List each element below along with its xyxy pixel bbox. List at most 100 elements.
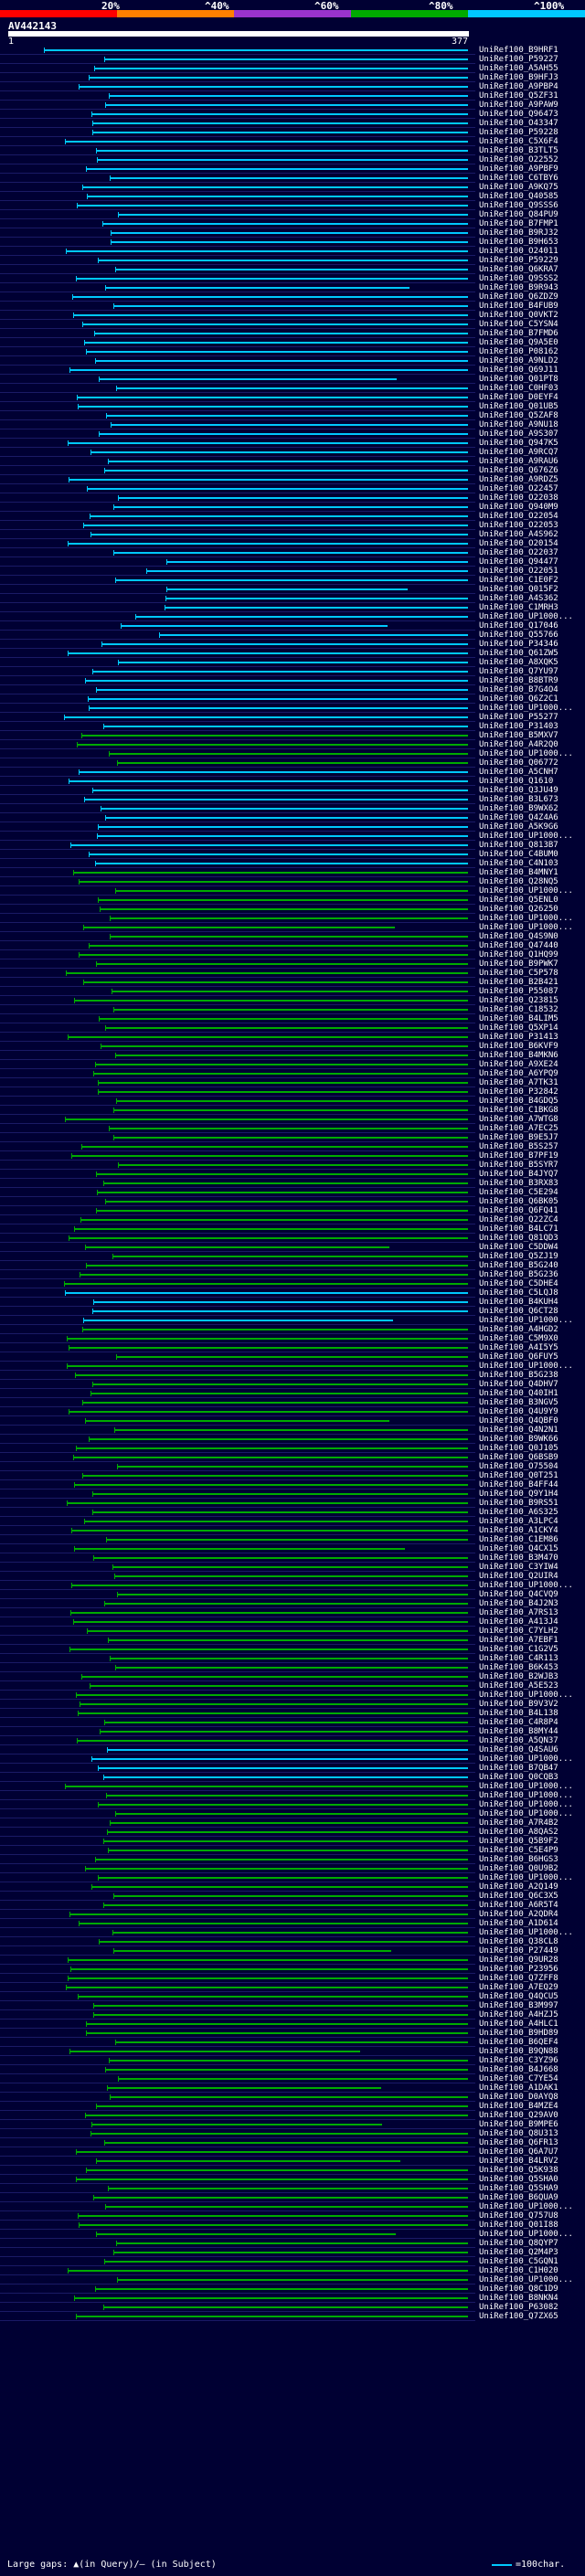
hit-bar[interactable] [82, 1402, 468, 1404]
hit-label[interactable]: UniRef100_Q40IH1 [479, 1389, 558, 1398]
hit-bar[interactable] [118, 662, 468, 663]
hit-label[interactable]: UniRef100_Q5SHA0 [479, 2175, 558, 2184]
hit-label[interactable]: UniRef100_Q2UIR4 [479, 1572, 558, 1581]
hit-label[interactable]: UniRef100_B6HGS3 [479, 1855, 558, 1864]
hit-bar[interactable] [81, 1146, 468, 1148]
hit-bar[interactable] [70, 1968, 468, 1970]
hit-bar[interactable] [166, 588, 408, 590]
hit-label[interactable]: UniRef100_Q01I88 [479, 2221, 558, 2230]
hit-bar[interactable] [81, 735, 468, 737]
hit-bar[interactable] [104, 1603, 468, 1605]
hit-bar[interactable] [111, 424, 468, 426]
hit-label[interactable]: UniRef100_C5GQN1 [479, 2257, 558, 2266]
hit-label[interactable]: UniRef100_B9QN88 [479, 2047, 558, 2056]
hit-bar[interactable] [76, 2316, 468, 2317]
hit-bar[interactable] [69, 369, 468, 371]
hit-bar[interactable] [85, 2115, 468, 2116]
hit-label[interactable]: UniRef100_Q6FR13 [479, 2138, 558, 2147]
hit-bar[interactable] [105, 817, 468, 819]
hit-bar[interactable] [86, 2169, 468, 2171]
hit-bar[interactable] [104, 470, 468, 472]
hit-label[interactable]: UniRef100_O22051 [479, 567, 558, 576]
hit-bar[interactable] [108, 2188, 468, 2189]
hit-bar[interactable] [135, 616, 468, 618]
hit-label[interactable]: UniRef100_C5LQJ8 [479, 1288, 558, 1298]
hit-label[interactable]: UniRef100_B8MY44 [479, 1727, 558, 1736]
hit-label[interactable]: UniRef100_UP1000... [479, 1809, 573, 1818]
hit-bar[interactable] [103, 1776, 468, 1778]
hit-bar[interactable] [74, 1000, 468, 1002]
hit-label[interactable]: UniRef100_Q1610 [479, 777, 553, 786]
hit-label[interactable]: UniRef100_UP1000... [479, 749, 573, 758]
hit-label[interactable]: UniRef100_B7G4O4 [479, 685, 558, 694]
hit-label[interactable]: UniRef100_P31413 [479, 1033, 558, 1042]
hit-bar[interactable] [91, 1758, 468, 1760]
hit-label[interactable]: UniRef100_Q5K938 [479, 2166, 558, 2175]
hit-label[interactable]: UniRef100_B4FF44 [479, 1480, 558, 1489]
hit-label[interactable]: UniRef100_C4BUM0 [479, 850, 558, 859]
hit-bar[interactable] [76, 1694, 468, 1696]
hit-label[interactable]: UniRef100_B8NKN4 [479, 2294, 558, 2303]
hit-label[interactable]: UniRef100_Q2M4P3 [479, 2248, 558, 2257]
hit-bar[interactable] [70, 844, 468, 846]
hit-label[interactable]: UniRef100_B4JYQ7 [479, 1170, 558, 1179]
hit-bar[interactable] [103, 1840, 468, 1842]
hit-label[interactable]: UniRef100_O75504 [479, 1462, 558, 1471]
hit-label[interactable]: UniRef100_B9HFJ3 [479, 73, 558, 82]
hit-label[interactable]: UniRef100_B3M470 [479, 1553, 558, 1563]
hit-bar[interactable] [121, 625, 388, 627]
hit-label[interactable]: UniRef100_B4FUB9 [479, 302, 558, 311]
hit-label[interactable]: UniRef100_Q5ZF31 [479, 91, 558, 101]
hit-label[interactable]: UniRef100_B7FMD6 [479, 329, 558, 338]
hit-label[interactable]: UniRef100_A7EC25 [479, 1124, 558, 1133]
hit-bar[interactable] [118, 2078, 468, 2080]
hit-bar[interactable] [113, 1109, 468, 1111]
hit-bar[interactable] [105, 1201, 468, 1203]
hit-bar[interactable] [69, 780, 468, 782]
hit-label[interactable]: UniRef100_Q01PT8 [479, 375, 558, 384]
hit-label[interactable]: UniRef100_A4S362 [479, 594, 558, 603]
hit-label[interactable]: UniRef100_Q22ZC4 [479, 1215, 558, 1224]
hit-bar[interactable] [114, 1575, 468, 1577]
hit-bar[interactable] [85, 680, 468, 682]
hit-label[interactable]: UniRef100_A2Q149 [479, 1882, 558, 1892]
hit-bar[interactable] [95, 863, 468, 864]
hit-label[interactable]: UniRef100_D0EYF4 [479, 393, 558, 402]
hit-bar[interactable] [98, 826, 468, 828]
hit-label[interactable]: UniRef100_Q40585 [479, 192, 558, 201]
hit-bar[interactable] [115, 2041, 468, 2043]
hit-bar[interactable] [103, 1182, 468, 1184]
hit-label[interactable]: UniRef100_Q7YU97 [479, 667, 558, 676]
hit-bar[interactable] [96, 1210, 468, 1212]
hit-bar[interactable] [165, 598, 468, 599]
hit-label[interactable]: UniRef100_Q5SHA9 [479, 2184, 558, 2193]
hit-bar[interactable] [94, 333, 468, 334]
hit-bar[interactable] [79, 86, 468, 88]
hit-label[interactable]: UniRef100_B3NGV5 [479, 1398, 558, 1407]
hit-bar[interactable] [107, 1831, 468, 1833]
hit-bar[interactable] [95, 1859, 468, 1860]
hit-label[interactable]: UniRef100_A4HLC1 [479, 2019, 558, 2029]
hit-label[interactable]: UniRef100_UP1000... [479, 1754, 573, 1764]
hit-bar[interactable] [113, 506, 468, 508]
hit-label[interactable]: UniRef100_B9R943 [479, 283, 558, 292]
hit-label[interactable]: UniRef100_O43347 [479, 119, 558, 128]
hit-label[interactable]: UniRef100_C1G2V5 [479, 1645, 558, 1654]
hit-bar[interactable] [93, 1301, 468, 1303]
hit-label[interactable]: UniRef100_P08162 [479, 347, 558, 356]
hit-bar[interactable] [90, 515, 468, 517]
hit-bar[interactable] [96, 2105, 468, 2107]
hit-bar[interactable] [105, 1027, 468, 1029]
hit-bar[interactable] [99, 1018, 468, 1020]
hit-bar[interactable] [68, 543, 468, 545]
hit-bar[interactable] [96, 963, 468, 965]
hit-label[interactable]: UniRef100_Q4U9Y9 [479, 1407, 558, 1416]
hit-bar[interactable] [69, 479, 468, 481]
hit-label[interactable]: UniRef100_Q9SSS6 [479, 201, 558, 210]
hit-label[interactable]: UniRef100_Q015F2 [479, 585, 558, 594]
hit-label[interactable]: UniRef100_O22038 [479, 493, 558, 503]
hit-label[interactable]: UniRef100_O22552 [479, 155, 558, 164]
hit-bar[interactable] [104, 58, 468, 60]
hit-bar[interactable] [77, 744, 468, 746]
hit-bar[interactable] [67, 1338, 468, 1340]
